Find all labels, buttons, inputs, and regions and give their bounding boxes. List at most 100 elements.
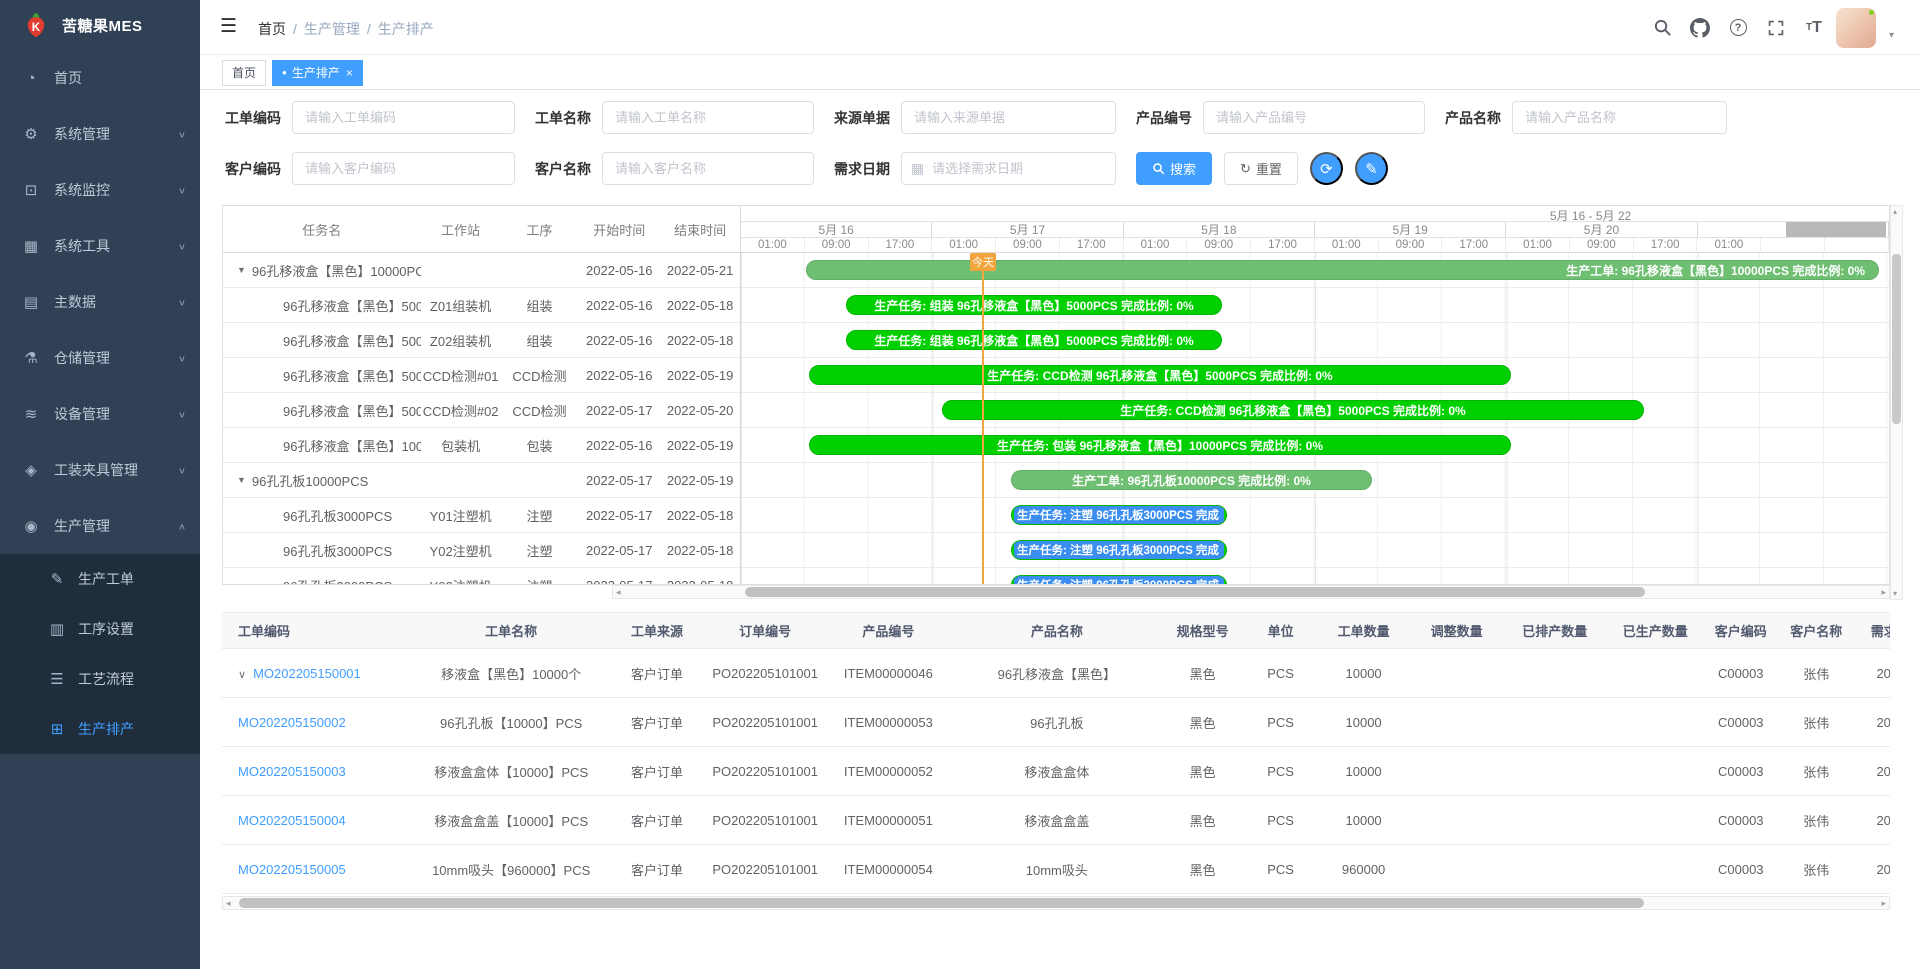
customer-code-cell: C00003 [1706,698,1776,747]
tab-首页[interactable]: 首页 [222,60,266,86]
gantt-project-bar[interactable]: 生产工单: 96孔孔板10000PCS 完成比例: 0% [1011,470,1372,490]
timeline-scrollbar-thumb[interactable] [1786,222,1886,237]
breadcrumb-item-生产管理[interactable]: 生产管理 [304,21,360,37]
work-order-link[interactable]: MO202205150003 [238,764,346,779]
field-label: 客户名称 [535,159,591,179]
breadcrumb-item-首页[interactable]: 首页 [258,21,286,37]
task-name-cell: 96孔移液盒【黑色】10000PCS [223,436,421,455]
expand-caret-icon[interactable]: ∨ [238,669,246,681]
scroll-down-icon[interactable]: ▾ [1893,589,1897,598]
table-horizontal-scrollbar[interactable]: ◂ ▸ [222,896,1890,910]
end-date-cell: 2022-05-18 [660,298,740,313]
sidebar-item-首页[interactable]: ◔首页 [0,50,200,106]
sidebar-subitem-工艺流程[interactable]: ☰工艺流程 [0,654,200,704]
gantt-task-bar[interactable]: 生产任务: 包装 96孔移液盒【黑色】10000PCS 完成比例: 0% [809,435,1511,455]
close-icon[interactable]: × [346,67,353,79]
edit-schedule-button[interactable]: ✎ [1355,152,1388,185]
timeline-hour-label [1825,238,1889,253]
work-order-link[interactable]: MO202205150005 [238,862,346,877]
客户名称-input[interactable] [603,153,813,184]
gantt-vertical-scrollbar[interactable]: ▴ ▾ [1890,205,1903,600]
gantt-task-bar[interactable]: 生产任务: 组装 96孔移液盒【黑色】5000PCS 完成比例: 0% [846,330,1222,350]
task-name: 96孔移液盒【黑色】5000PCS [283,401,421,420]
sidebar-subitem-生产排产[interactable]: ⊞生产排产 [0,704,200,754]
客户编码-input[interactable] [293,153,514,184]
gantt-task-row[interactable]: 96孔移液盒【黑色】5000PCSCCD检测#02CCD检测2022-05-17… [223,393,740,428]
gantt-task-row[interactable]: ▼96孔移液盒【黑色】10000PCS2022-05-162022-05-21 [223,253,740,288]
search-button[interactable]: 搜索 [1136,152,1212,185]
产品名称-input[interactable] [1513,102,1726,133]
search-icon[interactable] [1651,17,1673,39]
qty-cell: 10000 [1318,649,1409,698]
gantt-task-bar[interactable]: 生产任务: 注塑 96孔孔板3000PCS 完成 [1011,540,1227,560]
gantt-task-bar[interactable]: 生产任务: 注塑 96孔孔板3000PCS 完成 [1011,575,1227,584]
来源单据-input[interactable] [902,102,1115,133]
scheduled-qty-cell [1504,747,1605,796]
gantt-project-bar[interactable]: 生产工单: 96孔移液盒【黑色】10000PCS 完成比例: 0% [806,260,1879,280]
scroll-right-icon[interactable]: ▸ [1881,587,1886,598]
gantt-task-row[interactable]: 96孔移液盒【黑色】5000PCSZ01组装机组装2022-05-162022-… [223,288,740,323]
gantt-task-bar[interactable]: 生产任务: CCD检测 96孔移液盒【黑色】5000PCS 完成比例: 0% [809,365,1511,385]
sidebar-item-系统工具[interactable]: ▦系统工具∨ [0,218,200,274]
sidebar-subitem-工序设置[interactable]: ▥工序设置 [0,604,200,654]
product-name-cell: 10mm吸头 [951,845,1162,894]
work-order-link[interactable]: MO202205150002 [238,715,346,730]
work-order-name-cell: 10mm吸头【960000】PCS [413,845,609,894]
工单名称-input[interactable] [603,102,813,133]
gantt-task-row[interactable]: 96孔移液盒【黑色】5000PCSZ02组装机组装2022-05-162022-… [223,323,740,358]
sidebar-item-系统监控[interactable]: ⊡系统监控∨ [0,162,200,218]
gantt-task-row[interactable]: ▼96孔孔板10000PCS2022-05-172022-05-19 [223,463,740,498]
work-order-link[interactable]: MO202205150004 [238,813,346,828]
reset-button[interactable]: ↻重置 [1224,152,1298,185]
user-menu-caret-icon[interactable]: ▾ [1889,30,1894,41]
sidebar-item-工装夹具管理[interactable]: ◈工装夹具管理∨ [0,442,200,498]
gantt-task-bar[interactable]: 生产任务: 组装 96孔移液盒【黑色】5000PCS 完成比例: 0% [846,295,1222,315]
sidebar-item-系统管理[interactable]: ⚙系统管理∨ [0,106,200,162]
sidebar-item-设备管理[interactable]: ≋设备管理∨ [0,386,200,442]
gantt-task-row[interactable]: 96孔孔板3000PCSY03注塑机注塑2022-05-172022-05-18 [223,568,740,584]
scroll-right-icon[interactable]: ▸ [1881,898,1886,909]
gantt-task-row[interactable]: 96孔移液盒【黑色】5000PCSCCD检测#01CCD检测2022-05-16… [223,358,740,393]
refresh-gantt-button[interactable]: ⟳ [1310,152,1343,185]
field-label: 客户编码 [225,159,281,179]
table-row[interactable]: MO202205150004移液盒盒盖【10000】PCS客户订单PO20220… [222,796,1890,845]
gantt-task-row[interactable]: 96孔移液盒【黑色】10000PCS包装机包装2022-05-162022-05… [223,428,740,463]
table-row[interactable]: MO20220515000296孔孔板【10000】PCS客户订单PO20220… [222,698,1890,747]
logo[interactable]: K 苦糖果MES [0,0,200,50]
bar-label: 生产任务: 注塑 96孔孔板3000PCS 完成 [1014,506,1224,524]
scroll-left-icon[interactable]: ◂ [226,898,231,909]
sidebar-item-仓储管理[interactable]: ⚗仓储管理∨ [0,330,200,386]
table-row[interactable]: MO20220515000510mm吸头【960000】PCS客户订单PO202… [222,845,1890,894]
工单编码-input[interactable] [293,102,514,133]
scroll-up-icon[interactable]: ▴ [1893,207,1897,216]
github-icon[interactable] [1689,17,1711,39]
gantt-task-bar[interactable]: 生产任务: 注塑 96孔孔板3000PCS 完成 [1011,505,1227,525]
gantt-task-row[interactable]: 96孔孔板3000PCSY02注塑机注塑2022-05-172022-05-18 [223,533,740,568]
breadcrumb-item-生产排产[interactable]: 生产排产 [378,21,434,37]
sidebar-item-主数据[interactable]: ▤主数据∨ [0,274,200,330]
expand-caret-icon[interactable]: ▼ [237,475,246,485]
process-cell: 注塑 [501,506,579,525]
scroll-left-icon[interactable]: ◂ [616,587,621,598]
sidebar-item-生产管理[interactable]: ◉生产管理∧ [0,498,200,554]
help-icon[interactable]: ? [1727,17,1749,39]
需求日期-input[interactable] [902,153,1115,184]
timeline-range-row: 5月 16 - 5月 22 [741,206,1889,222]
work-order-link[interactable]: MO202205150001 [253,666,361,681]
gantt-task-bar[interactable]: 生产任务: CCD检测 96孔移液盒【黑色】5000PCS 完成比例: 0% [942,400,1644,420]
unit-cell: PCS [1243,796,1318,845]
fullscreen-icon[interactable] [1765,17,1787,39]
gantt-task-row[interactable]: 96孔孔板3000PCSY01注塑机注塑2022-05-172022-05-18 [223,498,740,533]
sidebar-collapse-icon[interactable]: ☰ [220,17,242,37]
font-size-icon[interactable]: TT [1803,17,1825,39]
gantt-horizontal-scrollbar[interactable]: ◂ ▸ [612,585,1890,599]
work-order-code-cell: MO202205150002 [222,698,413,747]
table-row[interactable]: ∨MO202205150001移液盒【黑色】10000个客户订单PO202205… [222,649,1890,698]
产品编号-input[interactable] [1204,102,1424,133]
avatar[interactable] [1836,8,1876,48]
input-box [292,152,515,185]
sidebar-subitem-生产工单[interactable]: ✎生产工单 [0,554,200,604]
expand-caret-icon[interactable]: ▼ [237,265,246,275]
table-row[interactable]: MO202205150003移液盒盒体【10000】PCS客户订单PO20220… [222,747,1890,796]
tab-生产排产[interactable]: ●生产排产× [272,60,363,86]
